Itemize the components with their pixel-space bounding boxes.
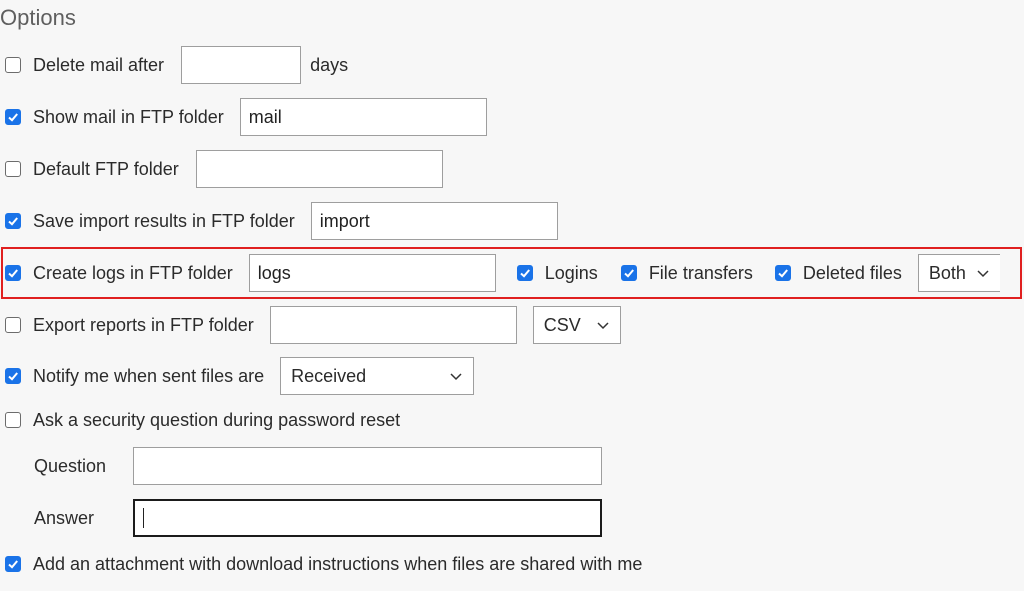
text-cursor	[143, 508, 144, 528]
file-transfers-checkbox[interactable]	[620, 265, 637, 281]
check-icon	[778, 269, 788, 278]
create-logs-row: Create logs in FTP folder logs Logins Fi…	[0, 253, 1024, 293]
check-icon	[8, 269, 18, 278]
show-mail-checkbox[interactable]	[5, 109, 21, 125]
check-icon	[8, 217, 18, 226]
save-import-label: Save import results in FTP folder	[33, 210, 295, 231]
save-import-folder-input[interactable]: import	[310, 202, 558, 240]
default-ftp-label: Default FTP folder	[33, 158, 179, 179]
answer-label: Answer	[34, 508, 95, 528]
security-question-label: Ask a security question during password …	[33, 409, 401, 430]
save-import-checkbox[interactable]	[5, 213, 21, 229]
check-icon	[624, 269, 634, 278]
answer-input[interactable]	[133, 499, 602, 537]
show-mail-row: Show mail in FTP folder mail	[0, 97, 1024, 137]
create-logs-label: Create logs in FTP folder	[33, 262, 233, 283]
chevron-down-icon	[977, 270, 989, 278]
default-ftp-checkbox[interactable]	[5, 161, 21, 177]
notify-status-select[interactable]: Received	[280, 357, 475, 395]
notify-label: Notify me when sent files are	[33, 365, 265, 386]
save-import-row: Save import results in FTP folder import	[0, 201, 1024, 241]
delete-mail-label: Delete mail after	[33, 54, 165, 75]
security-question-checkbox[interactable]	[5, 412, 21, 428]
default-ftp-row: Default FTP folder	[0, 149, 1024, 189]
question-input[interactable]	[133, 447, 602, 485]
notify-checkbox[interactable]	[5, 368, 21, 384]
log-type-select[interactable]: Both	[917, 254, 1000, 292]
delete-mail-row: Delete mail after days	[0, 45, 1024, 85]
chevron-down-icon	[450, 373, 462, 381]
default-ftp-folder-input[interactable]	[195, 150, 443, 188]
report-format-select-value: CSV	[543, 314, 581, 335]
create-logs-folder-input[interactable]: logs	[248, 254, 496, 292]
attachment-label: Add an attachment with download instruct…	[33, 553, 643, 574]
days-suffix-label: days	[310, 54, 349, 75]
check-icon	[8, 560, 18, 569]
logins-checkbox[interactable]	[516, 265, 533, 281]
check-icon	[520, 269, 530, 278]
notify-row: Notify me when sent files are Received	[0, 356, 1024, 396]
show-mail-folder-input[interactable]: mail	[239, 98, 487, 136]
security-question-row: Ask a security question during password …	[0, 400, 1024, 440]
delete-mail-checkbox[interactable]	[5, 57, 21, 73]
attachment-row: Add an attachment with download instruct…	[0, 544, 1024, 584]
file-transfers-label: File transfers	[648, 262, 753, 283]
attachment-checkbox[interactable]	[5, 556, 21, 572]
logins-label: Logins	[544, 262, 598, 283]
check-icon	[8, 372, 18, 381]
notify-status-select-value: Received	[291, 365, 367, 386]
log-type-select-value: Both	[928, 262, 966, 283]
delete-mail-days-input[interactable]	[181, 46, 302, 84]
page-title: Options	[0, 5, 76, 30]
question-label: Question	[34, 456, 107, 476]
deleted-files-label: Deleted files	[802, 262, 902, 283]
export-reports-folder-input[interactable]	[269, 306, 517, 344]
export-reports-label: Export reports in FTP folder	[33, 314, 254, 335]
export-reports-checkbox[interactable]	[5, 317, 21, 333]
create-logs-checkbox[interactable]	[5, 265, 21, 281]
chevron-down-icon	[597, 322, 609, 330]
export-reports-row: Export reports in FTP folder CSV	[0, 305, 1024, 345]
report-format-select[interactable]: CSV	[532, 306, 621, 344]
show-mail-label: Show mail in FTP folder	[33, 106, 224, 127]
check-icon	[8, 113, 18, 122]
deleted-files-checkbox[interactable]	[774, 265, 791, 281]
